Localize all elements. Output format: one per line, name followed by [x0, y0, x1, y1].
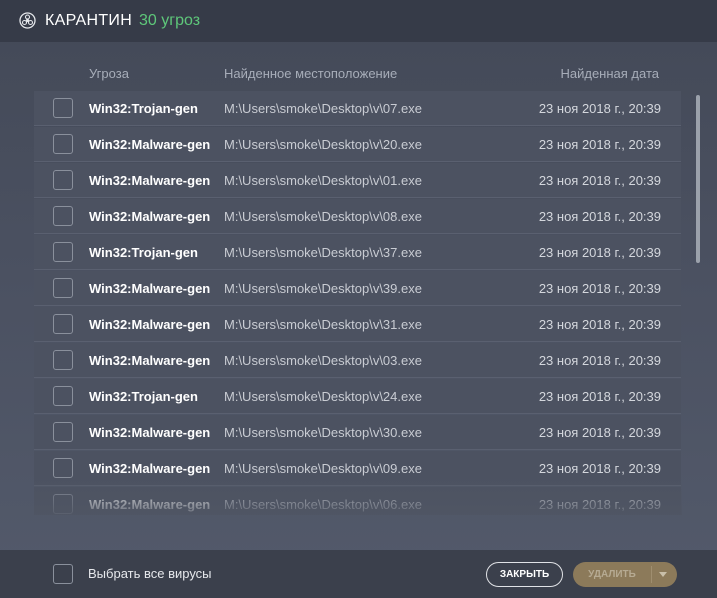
row-checkbox[interactable] — [53, 494, 73, 514]
table-row[interactable]: Win32:Malware-gen M:\Users\smoke\Desktop… — [34, 307, 681, 342]
page-title: КАРАНТИН — [45, 12, 133, 29]
select-all-checkbox[interactable] — [53, 564, 73, 584]
table-row[interactable]: Win32:Trojan-gen M:\Users\smoke\Desktop\… — [34, 235, 681, 270]
column-headers: Угроза Найденное местоположение Найденна… — [0, 66, 717, 86]
quarantine-window: КАРАНТИН 30 угроз Угроза Найденное место… — [0, 0, 717, 598]
threat-name: Win32:Malware-gen — [89, 461, 211, 476]
list-scrollbar[interactable] — [696, 95, 700, 263]
threat-list: Win32:Trojan-gen M:\Users\smoke\Desktop\… — [34, 91, 682, 515]
threat-date: 23 ноя 2018 г., 20:39 — [538, 389, 661, 404]
threat-name: Win32:Trojan-gen — [89, 389, 198, 404]
threat-path: M:\Users\smoke\Desktop\v\08.exe — [224, 209, 422, 224]
threat-name: Win32:Malware-gen — [89, 137, 211, 152]
threat-date: 23 ноя 2018 г., 20:39 — [538, 173, 661, 188]
threat-date: 23 ноя 2018 г., 20:39 — [538, 353, 661, 368]
table-row[interactable]: Win32:Malware-gen M:\Users\smoke\Desktop… — [34, 487, 681, 515]
threat-path: M:\Users\smoke\Desktop\v\06.exe — [224, 497, 422, 512]
row-checkbox[interactable] — [53, 134, 73, 154]
row-checkbox[interactable] — [53, 386, 73, 406]
threat-name: Win32:Malware-gen — [89, 173, 211, 188]
threat-name: Win32:Malware-gen — [89, 497, 211, 512]
threat-path: M:\Users\smoke\Desktop\v\31.exe — [224, 317, 422, 332]
chevron-down-icon[interactable] — [659, 572, 667, 577]
threat-count: 30 угроз — [139, 12, 201, 29]
threat-name: Win32:Malware-gen — [89, 353, 211, 368]
table-row[interactable]: Win32:Trojan-gen M:\Users\smoke\Desktop\… — [34, 379, 681, 414]
threat-name: Win32:Malware-gen — [89, 281, 211, 296]
threat-path: M:\Users\smoke\Desktop\v\30.exe — [224, 425, 422, 440]
delete-button-divider — [651, 566, 652, 583]
row-checkbox[interactable] — [53, 170, 73, 190]
column-header-location[interactable]: Найденное местоположение — [224, 66, 397, 81]
table-row[interactable]: Win32:Malware-gen M:\Users\smoke\Desktop… — [34, 451, 681, 486]
threat-name: Win32:Malware-gen — [89, 209, 211, 224]
table-row[interactable]: Win32:Malware-gen M:\Users\smoke\Desktop… — [34, 127, 681, 162]
table-row[interactable]: Win32:Malware-gen M:\Users\smoke\Desktop… — [34, 415, 681, 450]
threat-date: 23 ноя 2018 г., 20:39 — [538, 209, 661, 224]
table-row[interactable]: Win32:Malware-gen M:\Users\smoke\Desktop… — [34, 343, 681, 378]
delete-button[interactable]: УДАЛИТЬ — [573, 562, 677, 587]
row-checkbox[interactable] — [53, 422, 73, 442]
biohazard-icon — [19, 12, 36, 29]
threat-date: 23 ноя 2018 г., 20:39 — [538, 425, 661, 440]
delete-button-label[interactable]: УДАЛИТЬ — [573, 562, 651, 587]
column-header-threat[interactable]: Угроза — [89, 66, 129, 81]
threat-date: 23 ноя 2018 г., 20:39 — [538, 101, 661, 116]
threat-path: M:\Users\smoke\Desktop\v\09.exe — [224, 461, 422, 476]
title-bar: КАРАНТИН 30 угроз — [0, 0, 717, 42]
threat-path: M:\Users\smoke\Desktop\v\37.exe — [224, 245, 422, 260]
table-row[interactable]: Win32:Malware-gen M:\Users\smoke\Desktop… — [34, 199, 681, 234]
column-header-date[interactable]: Найденная дата — [560, 66, 659, 81]
close-button[interactable]: ЗАКРЫТЬ — [486, 562, 563, 587]
threat-path: M:\Users\smoke\Desktop\v\07.exe — [224, 101, 422, 116]
threat-path: M:\Users\smoke\Desktop\v\20.exe — [224, 137, 422, 152]
row-checkbox[interactable] — [53, 458, 73, 478]
threat-date: 23 ноя 2018 г., 20:39 — [538, 497, 661, 512]
threat-date: 23 ноя 2018 г., 20:39 — [538, 461, 661, 476]
threat-path: M:\Users\smoke\Desktop\v\03.exe — [224, 353, 422, 368]
threat-date: 23 ноя 2018 г., 20:39 — [538, 281, 661, 296]
threat-date: 23 ноя 2018 г., 20:39 — [538, 317, 661, 332]
threat-path: M:\Users\smoke\Desktop\v\01.exe — [224, 173, 422, 188]
select-all-label[interactable]: Выбрать все вирусы — [88, 566, 212, 581]
row-checkbox[interactable] — [53, 206, 73, 226]
threat-path: M:\Users\smoke\Desktop\v\24.exe — [224, 389, 422, 404]
row-checkbox[interactable] — [53, 314, 73, 334]
row-checkbox[interactable] — [53, 278, 73, 298]
table-row[interactable]: Win32:Malware-gen M:\Users\smoke\Desktop… — [34, 163, 681, 198]
threat-name: Win32:Malware-gen — [89, 317, 211, 332]
table-row[interactable]: Win32:Trojan-gen M:\Users\smoke\Desktop\… — [34, 91, 681, 126]
threat-path: M:\Users\smoke\Desktop\v\39.exe — [224, 281, 422, 296]
row-checkbox[interactable] — [53, 242, 73, 262]
threat-date: 23 ноя 2018 г., 20:39 — [538, 137, 661, 152]
table-row[interactable]: Win32:Malware-gen M:\Users\smoke\Desktop… — [34, 271, 681, 306]
footer-bar: Выбрать все вирусы ЗАКРЫТЬ УДАЛИТЬ — [0, 550, 717, 598]
threat-date: 23 ноя 2018 г., 20:39 — [538, 245, 661, 260]
threat-name: Win32:Trojan-gen — [89, 101, 198, 116]
row-checkbox[interactable] — [53, 350, 73, 370]
threat-name: Win32:Malware-gen — [89, 425, 211, 440]
threat-name: Win32:Trojan-gen — [89, 245, 198, 260]
row-checkbox[interactable] — [53, 98, 73, 118]
